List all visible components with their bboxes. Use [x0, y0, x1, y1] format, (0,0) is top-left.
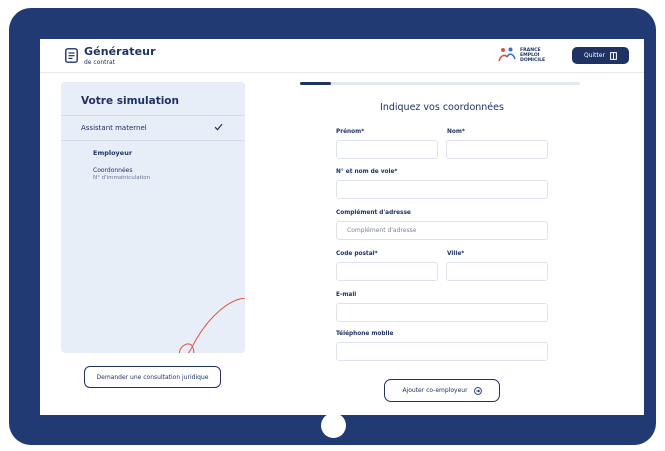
sidebar-title: Votre simulation: [81, 95, 179, 107]
ville-label: Ville*: [447, 251, 465, 257]
divider: [61, 140, 245, 141]
prenom-label: Prénom*: [336, 129, 365, 135]
tablet-home-button: [321, 413, 346, 438]
step-coordonnees[interactable]: Coordonnées: [93, 167, 133, 174]
email-label: E-mail: [336, 292, 357, 298]
sidebar-item-assistant-maternel[interactable]: Assistant maternel: [81, 124, 147, 132]
decorative-curve-icon: [179, 298, 245, 353]
exit-icon: [610, 51, 617, 60]
progress-fill: [300, 82, 331, 85]
quit-label: Quitter: [583, 52, 606, 59]
progress-bar: [300, 82, 580, 85]
step-employeur[interactable]: Employeur: [93, 149, 132, 157]
arrow-circle-icon: [473, 386, 482, 395]
voie-input[interactable]: [336, 180, 548, 199]
simulation-sidebar: Votre simulation Assistant maternel Empl…: [61, 82, 245, 353]
code-postal-input[interactable]: [336, 262, 438, 281]
tablet-frame: Générateur de contrat FRANCE EMPLOI DOMI…: [9, 8, 656, 445]
complement-label: Complément d'adresse: [336, 210, 411, 216]
divider: [61, 115, 245, 116]
email-input[interactable]: [336, 303, 548, 322]
ville-input[interactable]: [446, 262, 548, 281]
logo-title: Générateur: [84, 45, 156, 58]
france-emploi-domicile-logo-icon: [498, 47, 516, 62]
telephone-label: Téléphone mobile: [336, 331, 394, 337]
add-coemployer-button[interactable]: Ajouter co-employeur: [384, 379, 500, 402]
add-coemployer-label: Ajouter co-employeur: [402, 387, 468, 394]
app-header: Générateur de contrat FRANCE EMPLOI DOMI…: [40, 39, 644, 73]
partner-logo-text: FRANCE EMPLOI DOMICILE: [520, 48, 545, 63]
code-postal-label: Code postal*: [336, 251, 378, 257]
check-icon: [214, 123, 223, 131]
telephone-input[interactable]: [336, 342, 548, 361]
complement-input[interactable]: [336, 221, 548, 240]
voie-label: N° et nom de voie*: [336, 169, 398, 175]
app-screen: Générateur de contrat FRANCE EMPLOI DOMI…: [40, 39, 644, 415]
nom-input[interactable]: [446, 140, 548, 159]
document-icon: [65, 48, 78, 63]
nom-label: Nom*: [447, 129, 465, 135]
quit-button[interactable]: Quitter: [572, 47, 629, 64]
prenom-input[interactable]: [336, 140, 438, 159]
step-immatriculation[interactable]: N° d'immatriculation: [93, 175, 150, 181]
logo-subtitle: de contrat: [84, 59, 116, 66]
form-title: Indiquez vos coordonnées: [380, 102, 504, 113]
consultation-button[interactable]: Demander une consultation juridique: [84, 366, 221, 388]
partner-line: DOMICILE: [520, 58, 546, 63]
